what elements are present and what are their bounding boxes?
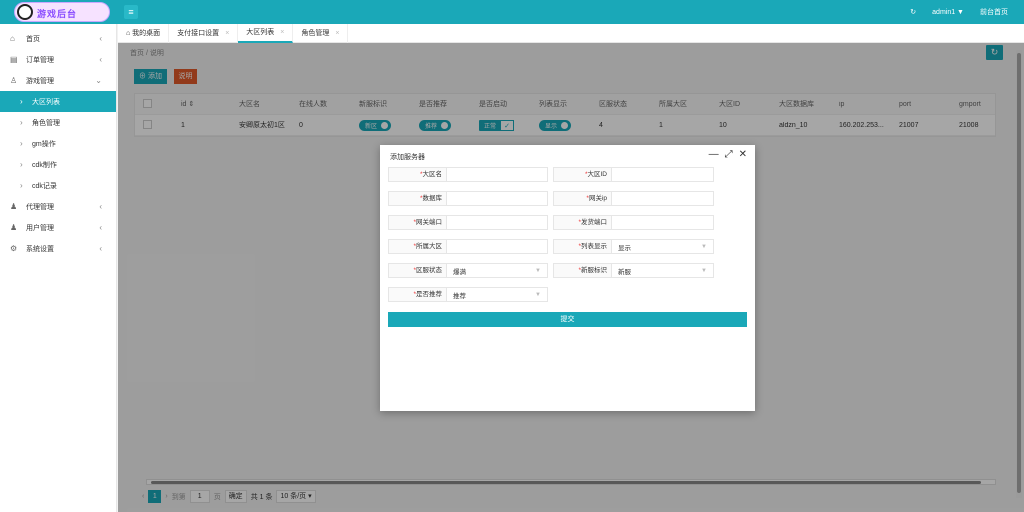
- chevron-left-icon: ‹: [99, 244, 102, 253]
- field-value: 推荐: [453, 292, 466, 300]
- logo: 游戏后台: [14, 2, 110, 22]
- field-label: 发货端口: [581, 219, 607, 226]
- chevron-left-icon: ‹: [99, 34, 102, 43]
- field-value: 新服: [618, 268, 631, 276]
- database-field[interactable]: *数据库: [388, 191, 548, 206]
- close-icon[interactable]: ✕: [739, 149, 747, 160]
- close-icon[interactable]: ×: [280, 29, 284, 36]
- field-label: 网关端口: [416, 219, 442, 226]
- field-label: 大区ID: [587, 171, 608, 178]
- tab-bar: ⌂ 我的桌面 支付接口设置 × 大区列表 × 角色管理 ×: [118, 23, 1024, 43]
- parent-region-field[interactable]: *所属大区: [388, 239, 548, 254]
- chevron-right-icon: ›: [20, 118, 23, 127]
- tab-roles[interactable]: 角色管理 ×: [293, 23, 349, 43]
- logo-text: 游戏后台: [37, 9, 78, 19]
- sidebar-item-label: 大区列表: [32, 98, 60, 106]
- gear-icon: ⚙: [10, 244, 18, 253]
- dropdown-arrow-icon: ▼: [535, 291, 541, 298]
- chevron-down-icon: ⌄: [95, 76, 102, 85]
- user-icon: ♟: [10, 202, 18, 211]
- sidebar-item-settings[interactable]: ⚙ 系统设置 ‹: [0, 238, 116, 259]
- server-status-select[interactable]: *区服状态 爆满 ▼: [388, 263, 548, 278]
- sidebar-item-label: 首页: [26, 35, 40, 43]
- sidebar-item-label: 代理管理: [26, 203, 54, 211]
- region-id-field[interactable]: *大区ID: [553, 167, 714, 182]
- dialog-title: 添加服务器: [390, 154, 425, 161]
- chevron-right-icon: ›: [20, 181, 23, 190]
- recommend-select[interactable]: *是否推荐 推荐 ▼: [388, 287, 548, 302]
- sidebar-item-region-list[interactable]: › 大区列表: [0, 91, 116, 112]
- gateway-port-field[interactable]: *网关端口: [388, 215, 548, 230]
- top-header: 游戏后台 ≡ ↻ admin1 ▼ 前台首页: [0, 0, 1024, 24]
- sidebar-item-cdk-log[interactable]: › cdk记录: [0, 175, 116, 196]
- chevron-right-icon: ›: [20, 97, 23, 106]
- refresh-icon[interactable]: ↻: [910, 8, 916, 16]
- tab-label: 角色管理: [301, 30, 330, 37]
- dropdown-arrow-icon: ▼: [701, 243, 707, 250]
- user-icon: ♟: [10, 223, 18, 232]
- delivery-port-field[interactable]: *发货端口: [553, 215, 714, 230]
- game-icon: ♙: [10, 76, 18, 85]
- chevron-left-icon: ‹: [99, 223, 102, 232]
- field-value: 显示: [618, 244, 631, 252]
- sidebar-item-roles[interactable]: › 角色管理: [0, 112, 116, 133]
- sidebar-item-games[interactable]: ♙ 游戏管理 ⌄: [0, 70, 116, 91]
- sidebar-item-label: 游戏管理: [26, 77, 54, 85]
- field-label: 数据库: [422, 195, 443, 202]
- sidebar-item-label: 用户管理: [26, 224, 54, 232]
- minimize-icon[interactable]: —: [709, 149, 719, 160]
- tab-payment[interactable]: 支付接口设置 ×: [169, 23, 239, 43]
- region-name-field[interactable]: *大区名: [388, 167, 548, 182]
- user-menu[interactable]: admin1 ▼: [932, 9, 964, 16]
- chevron-right-icon: ›: [20, 160, 23, 169]
- sidebar-item-home[interactable]: ⌂ 首页 ‹: [0, 28, 116, 49]
- sidebar-item-label: cdk制作: [32, 161, 57, 169]
- add-server-dialog: 添加服务器 — ⤢ ✕ *大区名 *大区ID *数据库 *网关ip *网关端口 …: [380, 145, 755, 411]
- sidebar-item-label: gm操作: [32, 140, 56, 148]
- field-label: 所属大区: [416, 243, 442, 250]
- close-icon[interactable]: ×: [225, 30, 229, 37]
- sidebar-item-cdk-make[interactable]: › cdk制作: [0, 154, 116, 175]
- sidebar-item-label: 角色管理: [32, 119, 60, 127]
- chevron-left-icon: ‹: [99, 55, 102, 64]
- gateway-ip-field[interactable]: *网关ip: [553, 191, 714, 206]
- submit-button[interactable]: 提交: [388, 312, 747, 327]
- sidebar-item-label: cdk记录: [32, 182, 57, 190]
- dropdown-arrow-icon: ▼: [701, 267, 707, 274]
- tab-region-list[interactable]: 大区列表 ×: [238, 23, 294, 43]
- sidebar-item-label: 系统设置: [26, 245, 54, 253]
- field-value: 爆满: [453, 268, 466, 276]
- chevron-left-icon: ‹: [99, 202, 102, 211]
- tab-desktop[interactable]: ⌂ 我的桌面: [118, 23, 170, 43]
- list-display-select[interactable]: *列表显示 显示 ▼: [553, 239, 714, 254]
- sidebar-item-orders[interactable]: ▤ 订单管理 ‹: [0, 49, 116, 70]
- maximize-icon[interactable]: ⤢: [725, 149, 733, 160]
- sidebar-item-label: 订单管理: [26, 56, 54, 64]
- field-label: 列表显示: [581, 243, 607, 250]
- field-label: 网关ip: [588, 195, 607, 202]
- tab-label: 支付接口设置: [177, 30, 220, 37]
- field-label: 大区名: [422, 171, 443, 178]
- chevron-right-icon: ›: [20, 139, 23, 148]
- field-label: 新服标识: [581, 267, 607, 274]
- sidebar-item-agents[interactable]: ♟ 代理管理 ‹: [0, 196, 116, 217]
- tab-label: 大区列表: [246, 29, 275, 36]
- sidebar: ⌂ 首页 ‹ ▤ 订单管理 ‹ ♙ 游戏管理 ⌄ › 大区列表 › 角色管理 › gm操作 › cd…: [0, 24, 117, 512]
- close-icon[interactable]: ×: [335, 30, 339, 37]
- home-icon: ⌂: [10, 34, 15, 43]
- sidebar-item-gm[interactable]: › gm操作: [0, 133, 116, 154]
- field-label: 区服状态: [416, 267, 442, 274]
- menu-toggle-icon[interactable]: ≡: [124, 5, 138, 19]
- dropdown-arrow-icon: ▼: [535, 267, 541, 274]
- order-icon: ▤: [10, 55, 18, 64]
- sidebar-item-users[interactable]: ♟ 用户管理 ‹: [0, 217, 116, 238]
- home-link[interactable]: 前台首页: [980, 7, 1008, 17]
- logo-mascot: [17, 4, 33, 20]
- field-label: 是否推荐: [416, 291, 442, 298]
- new-server-select[interactable]: *新服标识 新服 ▼: [553, 263, 714, 278]
- tab-label: ⌂ 我的桌面: [126, 30, 161, 37]
